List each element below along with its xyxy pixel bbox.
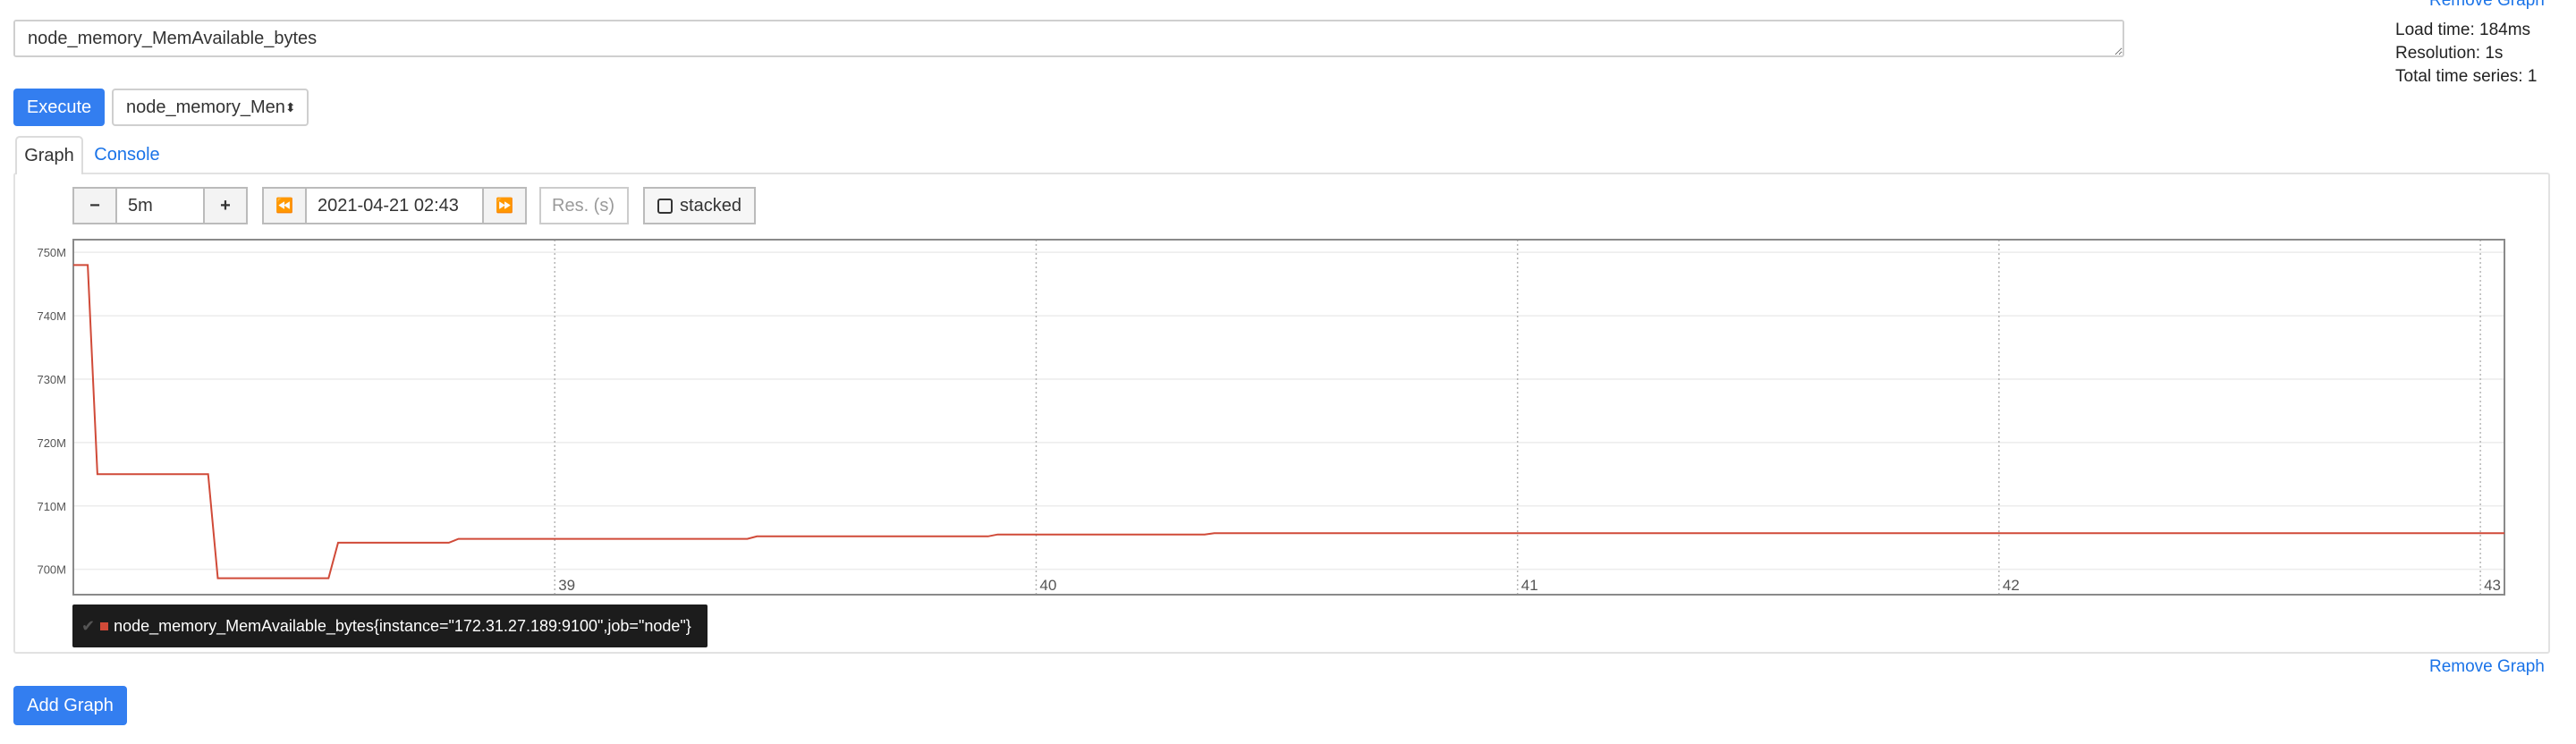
add-graph-button[interactable]: Add Graph bbox=[13, 686, 127, 725]
legend-check-icon: ✔ bbox=[81, 616, 96, 635]
y-axis-ticks: 750M 740M 730M 720M 710M 700M bbox=[37, 246, 2504, 577]
x-axis-ticks: 39 40 41 42 43 bbox=[554, 240, 2501, 595]
x-tick-label: 40 bbox=[1039, 577, 1056, 594]
x-tick-label: 43 bbox=[2484, 577, 2501, 594]
x-tick-label: 42 bbox=[2003, 577, 2020, 594]
y-tick-label: 710M bbox=[37, 500, 66, 513]
legend-color-swatch bbox=[100, 621, 109, 630]
y-tick-label: 750M bbox=[37, 246, 66, 259]
y-tick-label: 720M bbox=[37, 436, 66, 450]
tab-graph[interactable]: Graph bbox=[15, 136, 83, 174]
y-tick-label: 740M bbox=[37, 309, 66, 323]
series-line bbox=[73, 264, 2504, 579]
legend-series-label: node_memory_MemAvailable_bytes{instance=… bbox=[114, 616, 691, 635]
x-tick-label: 41 bbox=[1521, 577, 1538, 594]
series-legend[interactable]: ✔ node_memory_MemAvailable_bytes{instanc… bbox=[72, 604, 708, 647]
y-tick-label: 730M bbox=[37, 373, 66, 386]
plot-area-frame bbox=[72, 239, 2505, 596]
series-lines bbox=[73, 264, 2504, 579]
remove-graph-link[interactable]: Remove Graph bbox=[2429, 657, 2545, 677]
y-tick-label: 700M bbox=[37, 563, 66, 577]
x-tick-label: 39 bbox=[558, 577, 575, 594]
